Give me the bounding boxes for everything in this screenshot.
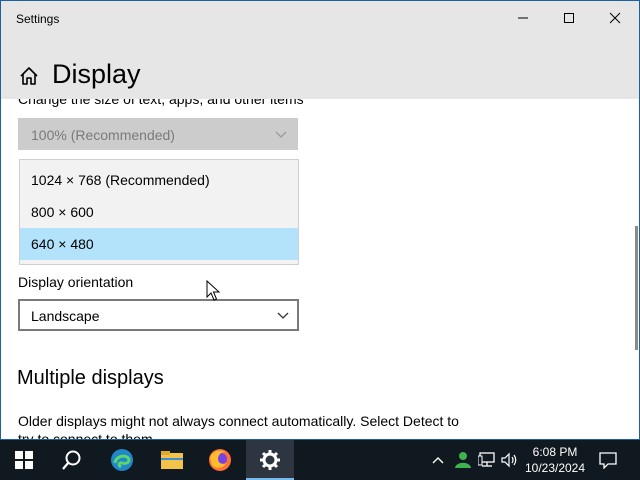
orientation-value: Landscape bbox=[31, 308, 100, 324]
close-button[interactable] bbox=[592, 1, 638, 35]
search-button[interactable] bbox=[48, 440, 96, 480]
resolution-dropdown-list: 1024 × 768 (Recommended) 800 × 600 640 ×… bbox=[19, 159, 299, 265]
file-explorer-icon bbox=[161, 451, 183, 469]
orientation-dropdown[interactable]: Landscape bbox=[18, 299, 299, 331]
maximize-button[interactable] bbox=[546, 1, 592, 35]
orientation-label: Display orientation bbox=[18, 274, 134, 290]
edge-button[interactable] bbox=[98, 440, 146, 480]
start-button[interactable] bbox=[0, 440, 48, 480]
edge-icon bbox=[111, 449, 133, 471]
firefox-button[interactable] bbox=[196, 440, 244, 480]
search-icon bbox=[62, 450, 81, 470]
home-icon bbox=[20, 67, 38, 85]
notification-icon bbox=[599, 452, 617, 469]
start-icon bbox=[15, 451, 33, 469]
resolution-option[interactable]: 1024 × 768 (Recommended) bbox=[20, 164, 298, 196]
resolution-option-selected[interactable]: 640 × 480 bbox=[20, 228, 298, 260]
app-title: Settings bbox=[16, 12, 60, 26]
minimize-button[interactable] bbox=[500, 1, 546, 35]
resolution-option-label: 1024 × 768 (Recommended) bbox=[31, 172, 210, 188]
network-icon bbox=[478, 452, 495, 467]
show-hidden-icons-button[interactable] bbox=[428, 440, 448, 480]
volume-tray-button[interactable] bbox=[499, 440, 521, 480]
maximize-icon bbox=[564, 13, 574, 23]
chevron-down-icon bbox=[275, 131, 287, 138]
network-tray-button[interactable] bbox=[476, 440, 498, 480]
page-title: Display bbox=[52, 59, 141, 89]
scale-dropdown: 100% (Recommended) bbox=[18, 118, 298, 150]
taskbar: 6:08 PM 10/23/2024 bbox=[0, 440, 640, 480]
scale-value: 100% (Recommended) bbox=[31, 127, 175, 143]
scale-label: Change the size of text, apps, and other… bbox=[18, 99, 304, 107]
user-network-icon bbox=[455, 452, 471, 468]
notification-button[interactable] bbox=[594, 440, 622, 480]
title-bar: Settings Display bbox=[1, 1, 639, 99]
settings-window: Settings Display Change the size of text… bbox=[0, 0, 640, 440]
chevron-up-icon bbox=[432, 457, 444, 464]
clock-date: 10/23/2024 bbox=[524, 461, 586, 475]
resolution-option-label: 640 × 480 bbox=[31, 236, 94, 252]
home-button[interactable] bbox=[18, 65, 40, 87]
clock[interactable]: 6:08 PM 10/23/2024 bbox=[520, 444, 590, 476]
multiple-displays-description: Older displays might not always connect … bbox=[18, 413, 459, 440]
settings-content: Change the size of text, apps, and other… bbox=[1, 99, 639, 440]
minimize-icon bbox=[518, 17, 528, 19]
multiple-displays-title: Multiple displays bbox=[17, 367, 164, 389]
settings-gear-icon bbox=[260, 450, 280, 470]
resolution-option-label: 800 × 600 bbox=[31, 204, 94, 220]
close-icon bbox=[609, 12, 621, 24]
resolution-option[interactable]: 800 × 600 bbox=[20, 196, 298, 228]
firefox-icon bbox=[209, 449, 231, 471]
clock-time: 6:08 PM bbox=[532, 445, 578, 459]
volume-icon bbox=[501, 452, 517, 468]
file-explorer-button[interactable] bbox=[148, 440, 196, 480]
user-network-tray-button[interactable] bbox=[452, 440, 474, 480]
settings-taskbar-button[interactable] bbox=[246, 440, 294, 480]
mouse-pointer-icon bbox=[206, 280, 220, 301]
scrollbar[interactable] bbox=[635, 226, 638, 350]
chevron-down-icon bbox=[277, 312, 289, 319]
